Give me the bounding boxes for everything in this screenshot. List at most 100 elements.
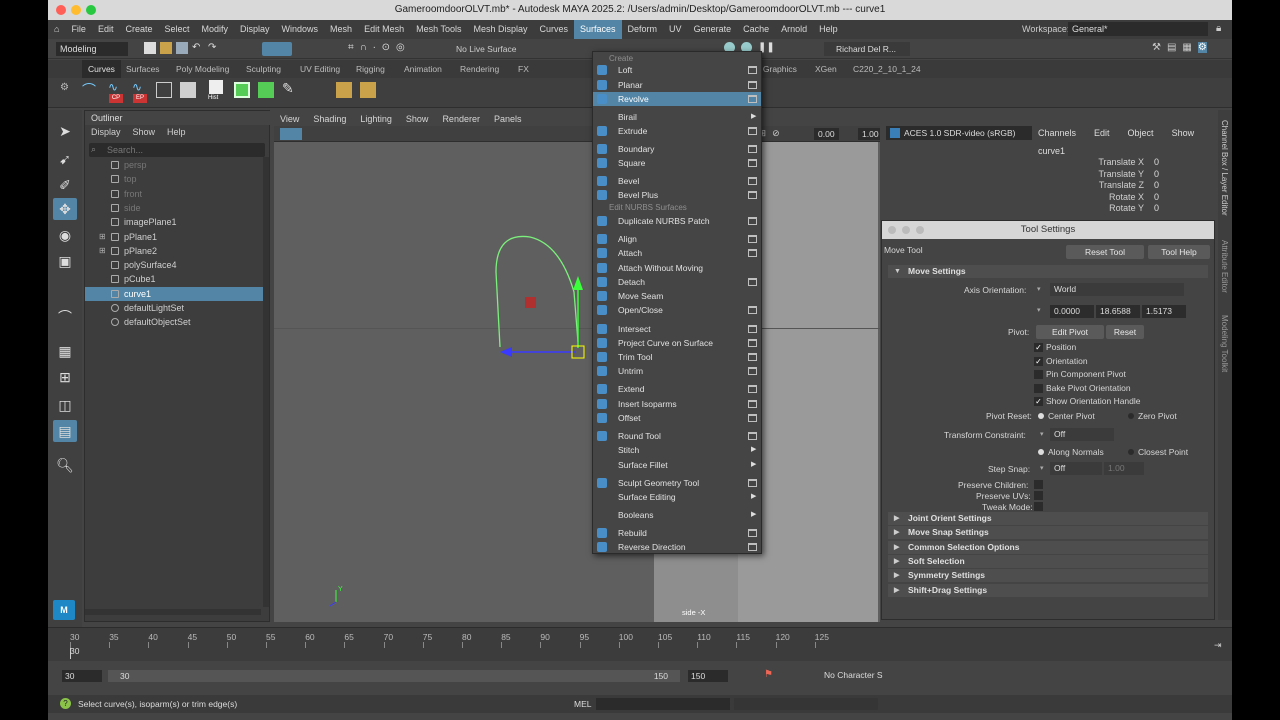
option-box-icon[interactable]: [748, 127, 757, 135]
menu-item-intersect[interactable]: Intersect: [593, 322, 761, 336]
shelf-tab-surfaces[interactable]: Surfaces: [126, 60, 160, 78]
rotate-tool-icon[interactable]: ◉: [53, 224, 77, 246]
option-box-icon[interactable]: [748, 94, 757, 103]
preserve-uvs-checkbox[interactable]: [1034, 491, 1043, 500]
curve1-shape[interactable]: [495, 235, 579, 348]
shelf-tab-fx[interactable]: FX: [518, 60, 529, 78]
channel-row[interactable]: Translate Y 0: [1030, 169, 1210, 180]
nurbs-cube-icon[interactable]: [180, 82, 196, 98]
outliner-item-polysurface4[interactable]: polySurface4: [85, 258, 263, 272]
attribute-editor-icon[interactable]: ▤: [1167, 42, 1176, 53]
workspace-dropdown[interactable]: General*: [1068, 22, 1208, 36]
expand-icon[interactable]: ⊞: [99, 230, 106, 244]
menu-item-trim-tool[interactable]: Trim Tool: [593, 350, 761, 364]
option-box-icon[interactable]: [748, 529, 757, 537]
last-tool-icon[interactable]: ⌒: [53, 306, 77, 328]
pivot-y-field[interactable]: 18.6588: [1096, 305, 1140, 318]
tool-settings-icon[interactable]: ▦: [1182, 42, 1191, 53]
section-soft-selection[interactable]: ▶ Soft Selection: [888, 554, 1208, 568]
menu-item-loft[interactable]: Loft: [593, 63, 761, 77]
undo-icon[interactable]: ↶: [192, 42, 204, 54]
menu-item-offset[interactable]: Offset: [593, 411, 761, 425]
menu-item-extrude[interactable]: Extrude: [593, 124, 761, 138]
menu-item-attach[interactable]: Attach: [593, 246, 761, 260]
freeze-icon[interactable]: [258, 82, 274, 98]
option-box-icon[interactable]: [748, 66, 757, 74]
ts-minimize-button[interactable]: [902, 226, 910, 234]
channel-menu-channels[interactable]: Channels: [1038, 128, 1076, 138]
history-icon[interactable]: Hist: [206, 80, 228, 104]
section-common-selection-options[interactable]: ▶ Common Selection Options: [888, 540, 1208, 554]
menu-windows[interactable]: Windows: [276, 20, 325, 39]
colorspace-field[interactable]: ACES 1.0 SDR-video (sRGB): [886, 126, 1032, 140]
channel-row[interactable]: Translate X 0: [1030, 157, 1210, 168]
channel-menu-show[interactable]: Show: [1172, 128, 1195, 138]
reset-pivot-button[interactable]: Reset: [1106, 325, 1144, 339]
channel-row[interactable]: Rotate Y 0: [1030, 203, 1210, 214]
outliner-item-defaultlightset[interactable]: defaultLightSet: [85, 301, 263, 315]
paint-select-icon[interactable]: ✐: [53, 174, 77, 196]
option-box-icon[interactable]: [748, 306, 757, 314]
checkbox-orientation[interactable]: ✓: [1034, 356, 1043, 366]
shelf-tab-uv-editing[interactable]: UV Editing: [300, 60, 340, 78]
ts-zoom-button[interactable]: [916, 226, 924, 234]
menu-item-open-close[interactable]: Open/Close: [593, 303, 761, 317]
menu-modify[interactable]: Modify: [196, 20, 235, 39]
new-scene-icon[interactable]: [144, 42, 156, 54]
lasso-tool-icon[interactable]: ➹: [53, 148, 77, 170]
option-box-icon[interactable]: [748, 145, 757, 153]
menu-item-move-seam[interactable]: Move Seam: [593, 289, 761, 303]
outliner-item-front[interactable]: front: [85, 187, 263, 201]
menu-help[interactable]: Help: [813, 20, 844, 39]
outliner-item-pcube1[interactable]: pCube1: [85, 272, 263, 286]
attribute-editor-tab[interactable]: Attribute Editor: [1220, 240, 1229, 293]
move-tool-icon[interactable]: ✥: [53, 198, 77, 220]
option-box-icon[interactable]: [748, 353, 757, 361]
menu-item-booleans[interactable]: Booleans ▶: [593, 508, 761, 522]
outliner-item-curve1[interactable]: curve1: [85, 286, 263, 301]
zoom-window-button[interactable]: [86, 5, 96, 15]
tweak-mode-checkbox[interactable]: [1034, 502, 1043, 511]
reset-tool-button[interactable]: Reset Tool: [1066, 245, 1144, 259]
channel-value[interactable]: 0: [1150, 203, 1210, 214]
menu-item-stitch[interactable]: Stitch ▶: [593, 443, 761, 457]
option-box-icon[interactable]: [748, 159, 757, 167]
end-frame-field[interactable]: 150: [688, 670, 728, 682]
channel-menu-edit[interactable]: Edit: [1094, 128, 1110, 138]
shelf-tab-poly-modeling[interactable]: Poly Modeling: [176, 60, 229, 78]
channel-box-icon[interactable]: ⚙: [1197, 42, 1207, 53]
mode-dropdown[interactable]: Modeling: [56, 42, 128, 56]
timeline-end-icon[interactable]: ⇥: [1214, 640, 1222, 651]
menu-item-project-curve-on-surface[interactable]: Project Curve on Surface: [593, 336, 761, 350]
center-pivot-radio[interactable]: [1038, 413, 1044, 419]
menu-item-rebuild[interactable]: Rebuild: [593, 526, 761, 540]
option-box-icon[interactable]: [748, 324, 757, 333]
edit-pivot-button[interactable]: Edit Pivot: [1036, 325, 1104, 339]
close-window-button[interactable]: [56, 5, 66, 15]
two-side-icon[interactable]: ◫: [53, 394, 77, 416]
menu-mesh[interactable]: Mesh: [324, 20, 358, 39]
option-box-icon[interactable]: [748, 414, 757, 422]
checkbox-show-orientation-handle[interactable]: ✓: [1034, 397, 1043, 406]
menu-deform[interactable]: Deform: [622, 20, 664, 39]
menu-mesh-tools[interactable]: Mesh Tools: [410, 20, 467, 39]
outliner-menu-show[interactable]: Show: [133, 125, 156, 139]
shelf-tab-sculpting[interactable]: Sculpting: [246, 60, 281, 78]
home-icon[interactable]: ⌂: [48, 20, 65, 39]
snap-curve-icon[interactable]: ∩: [360, 42, 367, 53]
shelf-tab-rigging[interactable]: Rigging: [356, 60, 385, 78]
outliner-search-input[interactable]: Search...: [89, 143, 265, 157]
option-box-icon[interactable]: [748, 432, 757, 440]
menu-file[interactable]: File: [65, 20, 92, 39]
menu-item-align[interactable]: Align: [593, 232, 761, 246]
menu-item-round-tool[interactable]: Round Tool: [593, 429, 761, 443]
step-snap-dropdown[interactable]: Off: [1050, 462, 1102, 475]
group-icon[interactable]: [336, 82, 352, 98]
start-frame-field[interactable]: 30: [62, 670, 102, 682]
outliner-item-defaultobjectset[interactable]: defaultObjectSet: [85, 315, 263, 329]
option-box-icon[interactable]: [748, 338, 757, 347]
move-settings-section[interactable]: ▼ Move Settings: [888, 265, 1208, 278]
checkbox-bake-pivot-orientation[interactable]: [1034, 383, 1043, 393]
menu-display[interactable]: Display: [234, 20, 276, 39]
ungroup-icon[interactable]: [360, 82, 376, 98]
